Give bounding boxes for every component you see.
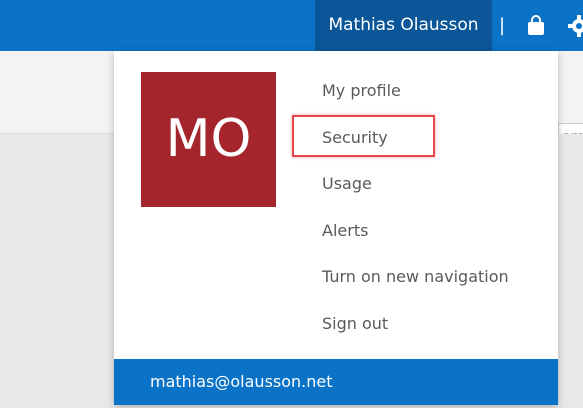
user-menu-button[interactable]: Mathias Olausson <box>315 0 492 51</box>
menu-item-security[interactable]: Security <box>322 126 388 150</box>
menu-item-sign-out[interactable]: Sign out <box>322 312 388 336</box>
account-email: mathias@olausson.net <box>150 372 333 391</box>
shopping-bag-icon[interactable] <box>524 14 548 38</box>
menu-item-alerts[interactable]: Alerts <box>322 219 368 243</box>
header-separator: | <box>499 15 506 36</box>
avatar: MO <box>141 72 276 207</box>
menu-item-turn-on-new-navigation[interactable]: Turn on new navigation <box>322 265 509 289</box>
menu-item-my-profile[interactable]: My profile <box>322 79 401 103</box>
menu-item-usage[interactable]: Usage <box>322 172 372 196</box>
top-navigation-bar: Mathias Olausson | <box>0 0 583 51</box>
account-menu-dropdown: MO My profile Security Usage Alerts Turn… <box>114 51 558 405</box>
account-email-bar[interactable]: mathias@olausson.net <box>114 359 558 405</box>
gear-icon[interactable] <box>567 14 583 38</box>
